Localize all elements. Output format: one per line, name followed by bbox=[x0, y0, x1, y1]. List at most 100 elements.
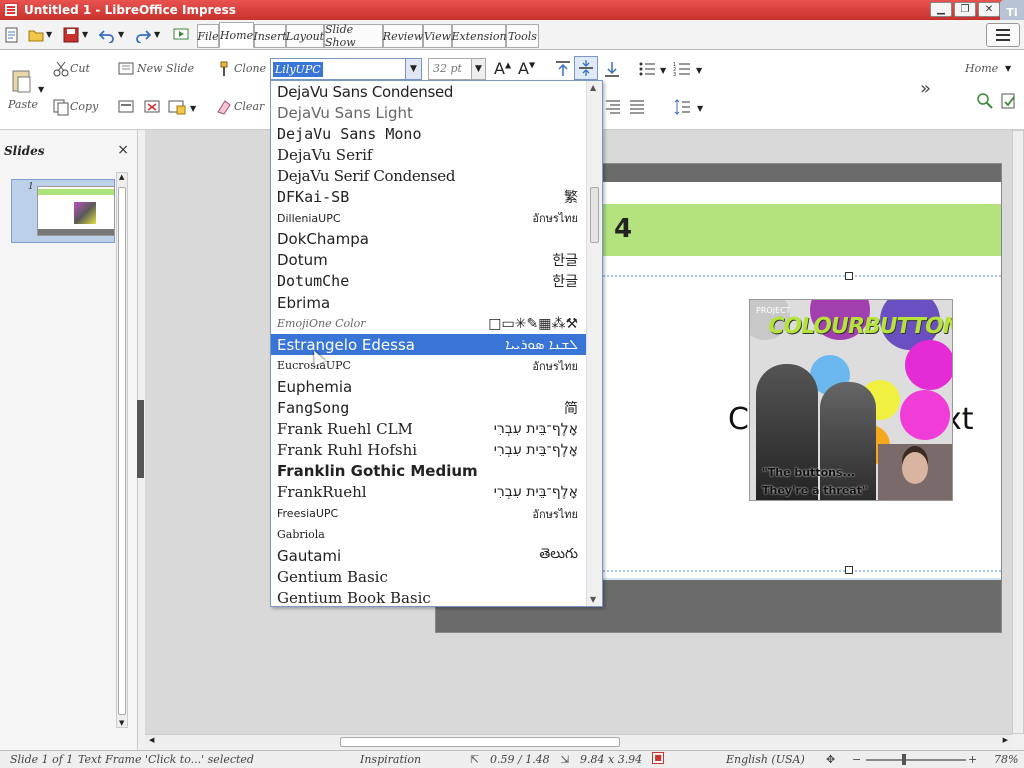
minimize-icon[interactable]: ▁ bbox=[930, 2, 952, 17]
frame-handle-top[interactable] bbox=[845, 272, 853, 280]
line-spacing-dropdown-icon[interactable]: ▼ bbox=[697, 104, 703, 113]
cut-label[interactable]: Cut bbox=[70, 62, 90, 75]
font-list-item[interactable]: Franklin Gothic Medium bbox=[271, 461, 586, 482]
font-list-item[interactable]: DFKai-SB 繁 bbox=[271, 187, 586, 208]
font-list-scrollbar[interactable]: ▲ ▼ bbox=[586, 81, 602, 606]
font-list-item[interactable]: FrankRuehl אָלֶף־בֵּית עִבְרִי bbox=[271, 482, 586, 503]
save-icon[interactable] bbox=[63, 27, 79, 43]
ribbon-overflow-icon[interactable]: » bbox=[920, 78, 931, 99]
restore-icon[interactable]: ❐ bbox=[954, 2, 976, 17]
shrink-font-icon[interactable]: A▼ bbox=[518, 59, 535, 78]
clone-label[interactable]: Clone bbox=[234, 62, 266, 75]
menu-hamburger-icon[interactable] bbox=[986, 23, 1020, 47]
font-list-item[interactable]: DejaVu Sans Condensed bbox=[271, 81, 586, 102]
ribbon-home-dropdown-icon[interactable]: ▼ bbox=[1005, 64, 1011, 73]
tab-layout[interactable]: Layout bbox=[286, 24, 324, 48]
font-list-item[interactable]: Dotum 한글 bbox=[271, 250, 586, 271]
slide-body-text-left[interactable]: C bbox=[728, 402, 749, 437]
copy-label[interactable]: Copy bbox=[70, 100, 98, 113]
justify-icon[interactable] bbox=[628, 98, 646, 116]
font-list-item[interactable]: DilleniaUPC อักษรไทย bbox=[271, 208, 586, 229]
new-document-icon[interactable] bbox=[4, 27, 20, 43]
copy-icon[interactable] bbox=[52, 98, 70, 116]
zoom-slider-handle[interactable] bbox=[902, 754, 906, 765]
zoom-out-button[interactable]: − bbox=[852, 753, 861, 766]
scroll-down-icon[interactable]: ▼ bbox=[119, 719, 124, 727]
scroll-right-icon[interactable]: ▶ bbox=[1003, 736, 1008, 744]
font-list-item[interactable]: Gentium Basic bbox=[271, 566, 586, 587]
bullet-list-dropdown-icon[interactable]: ▼ bbox=[660, 66, 666, 75]
slide-layout-icon[interactable] bbox=[118, 98, 136, 116]
document-modified-icon[interactable]: ■ bbox=[652, 752, 664, 764]
close-pane-icon[interactable]: × bbox=[117, 142, 129, 158]
font-list-item[interactable]: DokChampa bbox=[271, 229, 586, 250]
find-replace-icon[interactable] bbox=[976, 92, 994, 110]
clear-label[interactable]: Clear bbox=[234, 100, 264, 113]
align-top-icon[interactable] bbox=[554, 60, 572, 78]
redo-icon[interactable] bbox=[135, 27, 151, 43]
new-slide-label[interactable]: New Slide bbox=[137, 62, 194, 75]
font-list-item[interactable]: FangSong 简 bbox=[271, 398, 586, 419]
new-slide-icon[interactable] bbox=[118, 60, 136, 78]
tab-extension[interactable]: Extension bbox=[451, 24, 507, 48]
font-list-item[interactable]: Gautami తెలుగు bbox=[271, 545, 586, 566]
line-spacing-icon[interactable] bbox=[673, 98, 691, 116]
clear-formatting-icon[interactable] bbox=[215, 98, 233, 116]
font-list-item[interactable]: DejaVu Serif Condensed bbox=[271, 165, 586, 186]
slides-pane-scroll-thumb[interactable] bbox=[118, 187, 126, 715]
font-list-scroll-down-icon[interactable]: ▼ bbox=[590, 595, 596, 604]
align-right-icon[interactable] bbox=[604, 98, 622, 116]
font-list-item[interactable]: FreesiaUPC อักษรไทย bbox=[271, 503, 586, 524]
font-list-item[interactable]: DotumChe 한글 bbox=[271, 271, 586, 292]
font-list-item[interactable]: DejaVu Sans Light bbox=[271, 102, 586, 123]
font-list-item[interactable]: Euphemia bbox=[271, 376, 586, 397]
font-name-dropdown-list[interactable]: DejaVu Sans Condensed DejaVu Sans Light De… bbox=[270, 80, 603, 607]
slideshow-start-icon[interactable] bbox=[173, 27, 189, 43]
tab-tools[interactable]: Tools bbox=[506, 24, 539, 48]
bullet-list-icon[interactable] bbox=[638, 60, 656, 78]
slides-pane-scrollbar[interactable]: ▲ ▼ bbox=[116, 172, 128, 728]
scroll-up-icon[interactable]: ▲ bbox=[119, 173, 124, 181]
tab-review[interactable]: Review bbox=[383, 24, 423, 48]
font-name-input[interactable]: LilyUPC ▼ bbox=[270, 58, 422, 80]
slide-properties-dropdown-icon[interactable]: ▼ bbox=[190, 104, 196, 113]
paste-label[interactable]: Paste bbox=[8, 98, 38, 111]
canvas-horizontal-scroll-thumb[interactable] bbox=[340, 737, 620, 747]
open-folder-icon[interactable] bbox=[28, 27, 44, 43]
font-list-item[interactable]: EmojiOne Color □▭✳✎▦⁂⚒ bbox=[271, 313, 586, 334]
tab-home[interactable]: Home bbox=[219, 22, 254, 48]
status-language[interactable]: English (USA) bbox=[726, 753, 805, 766]
font-name-dropdown-icon[interactable]: ▼ bbox=[405, 59, 421, 79]
fit-slide-icon[interactable]: ✥ bbox=[826, 753, 835, 766]
font-list-item[interactable]: Frank Ruhl Hofshi אָלֶף־בֵּית עִבְרִי bbox=[271, 440, 586, 461]
tab-insert[interactable]: Insert bbox=[253, 24, 287, 48]
scroll-left-icon[interactable]: ◀ bbox=[149, 736, 154, 744]
align-bottom-icon[interactable] bbox=[603, 60, 621, 78]
font-list-item[interactable]: Gabriola bbox=[271, 524, 586, 545]
tab-file[interactable]: File bbox=[197, 24, 219, 48]
zoom-slider[interactable] bbox=[866, 759, 966, 761]
pane-splitter-handle[interactable] bbox=[137, 400, 144, 478]
font-list-scroll-thumb[interactable] bbox=[590, 187, 599, 243]
font-list-item[interactable]: Frank Ruehl CLM אָלֶף־בֵּית עִבְרִי bbox=[271, 419, 586, 440]
undo-icon[interactable] bbox=[99, 27, 115, 43]
canvas-horizontal-scrollbar[interactable]: ◀ ▶ bbox=[145, 734, 1012, 748]
font-list-item[interactable]: DejaVu Sans Mono bbox=[271, 123, 586, 144]
poster-image[interactable]: PROJECT COLOURBUTTONS "The buttons... Th… bbox=[749, 299, 953, 501]
grow-font-icon[interactable]: A▲ bbox=[494, 59, 511, 78]
open-dropdown-icon[interactable]: ▼ bbox=[46, 30, 52, 39]
frame-handle-bottom[interactable] bbox=[845, 566, 853, 574]
paste-icon[interactable] bbox=[10, 68, 34, 94]
save-dropdown-icon[interactable]: ▼ bbox=[82, 30, 88, 39]
undo-dropdown-icon[interactable]: ▼ bbox=[118, 30, 124, 39]
font-size-dropdown-icon[interactable]: ▼ bbox=[471, 59, 485, 79]
font-list-item[interactable]: DejaVu Serif bbox=[271, 144, 586, 165]
delete-slide-icon[interactable] bbox=[144, 98, 162, 116]
slide-title-text[interactable]: 4 bbox=[614, 214, 632, 244]
font-list-item[interactable]: Gentium Book Basic bbox=[271, 587, 586, 606]
zoom-in-button[interactable]: + bbox=[968, 753, 977, 766]
align-center-vertical-button[interactable] bbox=[574, 56, 598, 80]
paste-dropdown-icon[interactable]: ▼ bbox=[38, 85, 44, 94]
font-size-input[interactable]: 32 pt ▼ bbox=[428, 58, 486, 80]
redo-dropdown-icon[interactable]: ▼ bbox=[154, 30, 160, 39]
